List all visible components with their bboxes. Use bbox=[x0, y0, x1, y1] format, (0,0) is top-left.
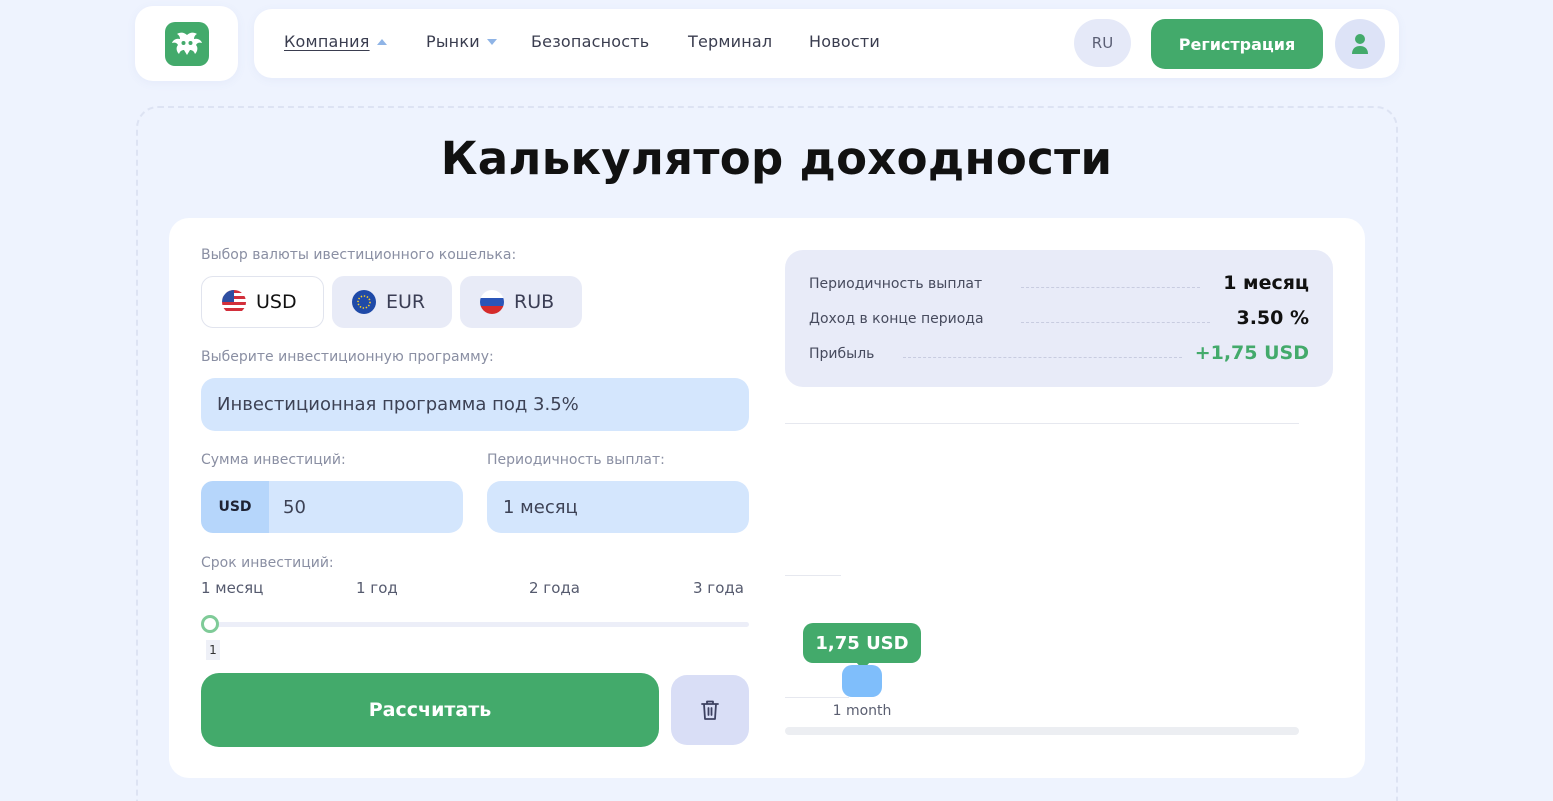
dotted-leader bbox=[903, 357, 1182, 358]
term-tick-label[interactable]: 1 год bbox=[356, 579, 398, 597]
chart-baseline bbox=[785, 697, 849, 698]
term-label: Срок инвестиций: bbox=[201, 555, 334, 571]
top-nav: Компания Рынки Безопасность Терминал Нов… bbox=[254, 9, 1399, 78]
currency-code: USD bbox=[256, 291, 297, 313]
nav-item-news[interactable]: Новости bbox=[809, 32, 880, 51]
currency-rub-button[interactable]: RUB bbox=[460, 276, 582, 328]
language-button[interactable]: RU bbox=[1074, 19, 1131, 67]
chart-gridline bbox=[785, 575, 841, 576]
program-select[interactable]: Инвестиционная программа под 3.5% bbox=[201, 378, 749, 431]
nav-item-security[interactable]: Безопасность bbox=[531, 32, 649, 51]
term-slider-handle[interactable] bbox=[201, 615, 219, 633]
term-slider-value: 1 bbox=[206, 640, 220, 660]
dotted-leader bbox=[1021, 322, 1210, 323]
nav-item-label: Безопасность bbox=[531, 32, 650, 51]
nav-item-terminal[interactable]: Терминал bbox=[688, 32, 772, 51]
period-label: Периодичность выплат: bbox=[487, 452, 665, 468]
summary-value: 1 месяц bbox=[1223, 272, 1309, 294]
nav-item-markets[interactable]: Рынки bbox=[426, 32, 498, 51]
caret-down-icon bbox=[486, 38, 497, 45]
user-account-button[interactable] bbox=[1335, 19, 1385, 69]
summary-row-period: Периодичность выплат 1 месяц bbox=[809, 266, 1309, 296]
calculate-button[interactable]: Рассчитать bbox=[201, 673, 659, 747]
currency-label: Выбор валюты ивестиционного кошелька: bbox=[201, 247, 517, 263]
nav-item-label: Терминал bbox=[688, 32, 773, 51]
currency-code: EUR bbox=[386, 291, 426, 313]
currency-eur-button[interactable]: EUR bbox=[332, 276, 452, 328]
summary-row-profit: Прибыль +1,75 USD bbox=[809, 336, 1309, 366]
chart-gridline bbox=[785, 423, 1299, 424]
term-tick-label[interactable]: 1 месяц bbox=[201, 579, 263, 597]
register-button[interactable]: Регистрация bbox=[1151, 19, 1323, 69]
summary-value: +1,75 USD bbox=[1194, 342, 1309, 364]
currency-code: RUB bbox=[514, 291, 555, 313]
summary-panel: Периодичность выплат 1 месяц Доход в кон… bbox=[785, 250, 1333, 387]
logo[interactable] bbox=[135, 6, 238, 81]
eu-flag-icon bbox=[352, 290, 376, 314]
chart-x-tick-label: 1 month bbox=[832, 703, 892, 719]
summary-row-income: Доход в конце периода 3.50 % bbox=[809, 301, 1309, 331]
amount-currency-tag: USD bbox=[201, 481, 269, 533]
nav-item-company[interactable]: Компания bbox=[284, 32, 388, 51]
summary-label: Доход в конце периода bbox=[809, 311, 984, 327]
nav-item-label: Компания bbox=[284, 32, 370, 51]
caret-up-icon bbox=[376, 38, 387, 45]
logo-owl-icon bbox=[164, 21, 209, 66]
currency-usd-button[interactable]: USD bbox=[201, 276, 324, 328]
term-slider-track[interactable] bbox=[209, 622, 749, 627]
summary-value: 3.50 % bbox=[1236, 307, 1309, 329]
chart-bar[interactable] bbox=[842, 665, 882, 697]
nav-item-label: Рынки bbox=[426, 32, 480, 51]
term-tick-label[interactable]: 3 года bbox=[693, 579, 744, 597]
summary-label: Прибыль bbox=[809, 346, 875, 362]
dotted-leader bbox=[1021, 287, 1200, 288]
nav-item-label: Новости bbox=[809, 32, 880, 51]
chart-data-label: 1,75 USD bbox=[803, 623, 921, 663]
calculator-card: Выбор валюты ивестиционного кошелька: US… bbox=[169, 218, 1365, 778]
chart-scrollbar[interactable] bbox=[785, 727, 1299, 735]
ru-flag-icon bbox=[480, 290, 504, 314]
trash-icon bbox=[701, 700, 719, 720]
page-title: Калькулятор доходности bbox=[440, 132, 1113, 185]
clear-button[interactable] bbox=[671, 675, 749, 745]
amount-label: Сумма инвестиций: bbox=[201, 452, 346, 468]
user-icon bbox=[1352, 34, 1368, 54]
summary-label: Периодичность выплат bbox=[809, 276, 983, 292]
program-label: Выберите инвестиционную программу: bbox=[201, 349, 494, 365]
us-flag-icon bbox=[222, 290, 246, 314]
period-select[interactable]: 1 месяц bbox=[487, 481, 749, 533]
term-tick-label[interactable]: 2 года bbox=[529, 579, 580, 597]
